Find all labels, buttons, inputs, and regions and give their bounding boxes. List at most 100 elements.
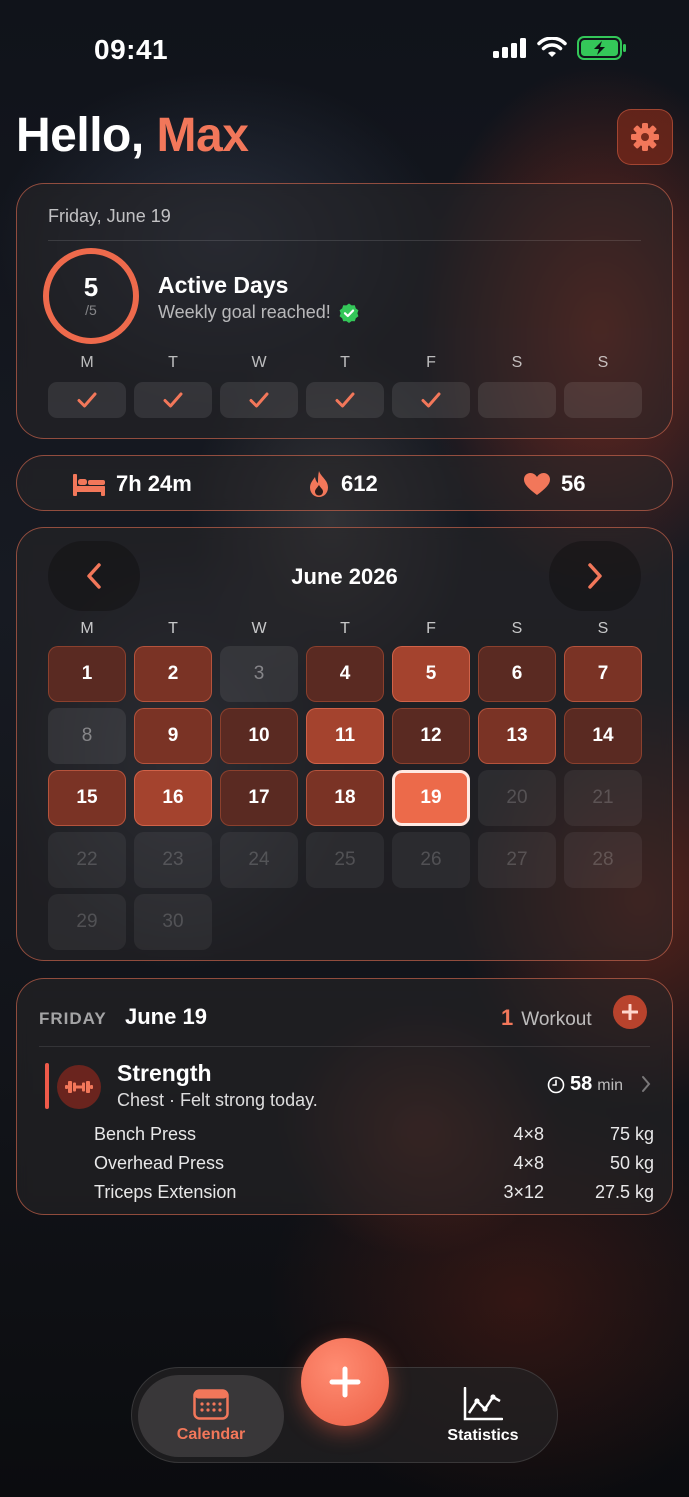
active-days-title: Active Days [158, 272, 289, 298]
calendar-day[interactable]: 20 [478, 770, 556, 826]
workout-duration: 58 min [547, 1073, 623, 1096]
week-day-status [564, 382, 642, 418]
calendar-day[interactable]: 3 [220, 646, 298, 702]
calendar-day[interactable]: 22 [48, 832, 126, 888]
calendar-day[interactable]: 5 [392, 646, 470, 702]
calendar-day[interactable]: 23 [134, 832, 212, 888]
current-date: Friday, June 19 [48, 206, 171, 226]
workout-subtitle: Chest · Felt strong today. [117, 1090, 318, 1110]
exercise-sets: 4×8 [513, 1124, 544, 1144]
chevron-right-icon [642, 1076, 651, 1092]
calendar-day[interactable]: 17 [220, 770, 298, 826]
week-day-letter: S [511, 354, 523, 371]
calendar-day[interactable]: 8 [48, 708, 126, 764]
plus-icon [329, 1366, 361, 1398]
greeting-title: Hello, Max [16, 108, 249, 163]
week-day-status [392, 382, 470, 418]
add-workout-button[interactable] [613, 995, 647, 1029]
calories-value: 612 [341, 471, 378, 496]
workout-day-label: FRIDAY [39, 1009, 107, 1028]
calendar-day[interactable]: 15 [48, 770, 126, 826]
calendar-day[interactable]: 1 [48, 646, 126, 702]
week-day-letter: S [597, 354, 609, 371]
clock-icon [547, 1076, 565, 1093]
calendar-day[interactable]: 29 [48, 894, 126, 950]
calendar-card: June 2026 MTWTFSS 1 2 3 4 5 6 7 8 9 10 11 12 13 14 15 1… [16, 527, 673, 961]
calendar-day[interactable]: 7 [564, 646, 642, 702]
calendar-day[interactable]: 26 [392, 832, 470, 888]
tab-calendar[interactable]: Calendar [138, 1375, 284, 1457]
heart-rate-value: 56 [561, 471, 586, 496]
check-icon [77, 392, 97, 408]
calendar-day[interactable]: 6 [478, 646, 556, 702]
plus-icon [622, 1004, 638, 1020]
week-day-status [220, 382, 298, 418]
exercise-sets: 3×12 [503, 1182, 544, 1202]
calendar-day[interactable]: 28 [564, 832, 642, 888]
active-days-subtitle: Weekly goal reached! [158, 302, 359, 323]
calendar-day[interactable]: 16 [134, 770, 212, 826]
calendar-day-today[interactable]: 19 [392, 770, 470, 826]
daily-stats-bar: 7h 24m 612 56 [16, 455, 673, 511]
workout-card: FRIDAY June 19 1 Workout Strength Chest … [16, 978, 673, 1215]
settings-button[interactable] [617, 109, 673, 165]
status-time: 09:41 [94, 34, 169, 65]
calendar-day[interactable]: 14 [564, 708, 642, 764]
calendar-day[interactable]: 25 [306, 832, 384, 888]
calendar-day[interactable]: 30 [134, 894, 212, 950]
calendar-day[interactable]: 18 [306, 770, 384, 826]
week-day: W [220, 354, 298, 418]
calendar-day[interactable]: 24 [220, 832, 298, 888]
calories-stat: 612 [307, 456, 378, 512]
week-day-letter: F [426, 354, 436, 371]
exercise-name: Triceps Extension [94, 1182, 237, 1202]
week-day-letter: T [168, 354, 178, 371]
week-day: M [48, 354, 126, 418]
duration-value: 58 [570, 1073, 593, 1095]
weekday-letter: S [597, 620, 609, 637]
exercise-name: Bench Press [94, 1124, 197, 1144]
next-month-button[interactable] [549, 541, 641, 611]
goal-reached-text: Weekly goal reached! [158, 302, 331, 322]
calendar-day[interactable]: 27 [478, 832, 556, 888]
exercise-weight: 75 kg [609, 1124, 654, 1144]
check-icon [163, 392, 183, 408]
exercise-weight: 27.5 kg [594, 1182, 654, 1202]
signal-icon [493, 38, 526, 58]
battery-icon [577, 36, 626, 60]
active-days-count: 5 [83, 272, 99, 302]
exercise-weight: 50 kg [609, 1153, 654, 1173]
tab-statistics-label: Statistics [447, 1427, 519, 1444]
workout-count-label: Workout [521, 1009, 592, 1030]
wifi-icon [537, 37, 567, 57]
calendar-day[interactable]: 21 [564, 770, 642, 826]
calendar-day[interactable]: 13 [478, 708, 556, 764]
calendar-grid: 1 2 3 4 5 6 7 8 9 10 11 12 13 14 15 16 17 18 19 20 21 22 23 24 2… [48, 646, 642, 950]
tab-calendar-label: Calendar [176, 1426, 246, 1443]
dumbbell-icon [57, 1065, 101, 1109]
week-day-letter: W [251, 354, 267, 371]
calendar-day[interactable]: 11 [306, 708, 384, 764]
add-button[interactable] [301, 1338, 389, 1426]
week-day: S [564, 354, 642, 418]
week-day-letter: M [80, 354, 94, 371]
greeting-text: Hello, [16, 109, 144, 162]
check-icon [421, 392, 441, 408]
week-day-status [478, 382, 556, 418]
active-days-goal: /5 [85, 302, 97, 318]
sleep-stat: 7h 24m [72, 456, 192, 512]
active-days-ring: 5 /5 [43, 248, 139, 344]
week-day-letter: T [340, 354, 350, 371]
calendar-day[interactable]: 12 [392, 708, 470, 764]
heart-rate-stat: 56 [523, 456, 585, 512]
check-icon [335, 392, 355, 408]
calendar-day[interactable]: 10 [220, 708, 298, 764]
workout-count-number: 1 [501, 1005, 514, 1030]
calendar-day[interactable]: 2 [134, 646, 212, 702]
weekday-letter: M [80, 620, 94, 637]
workout-title: Strength [117, 1060, 212, 1086]
calendar-day[interactable]: 4 [306, 646, 384, 702]
calendar-day[interactable]: 9 [134, 708, 212, 764]
tab-statistics[interactable]: Statistics [428, 1375, 538, 1457]
exercise-sets: 4×8 [513, 1153, 544, 1173]
